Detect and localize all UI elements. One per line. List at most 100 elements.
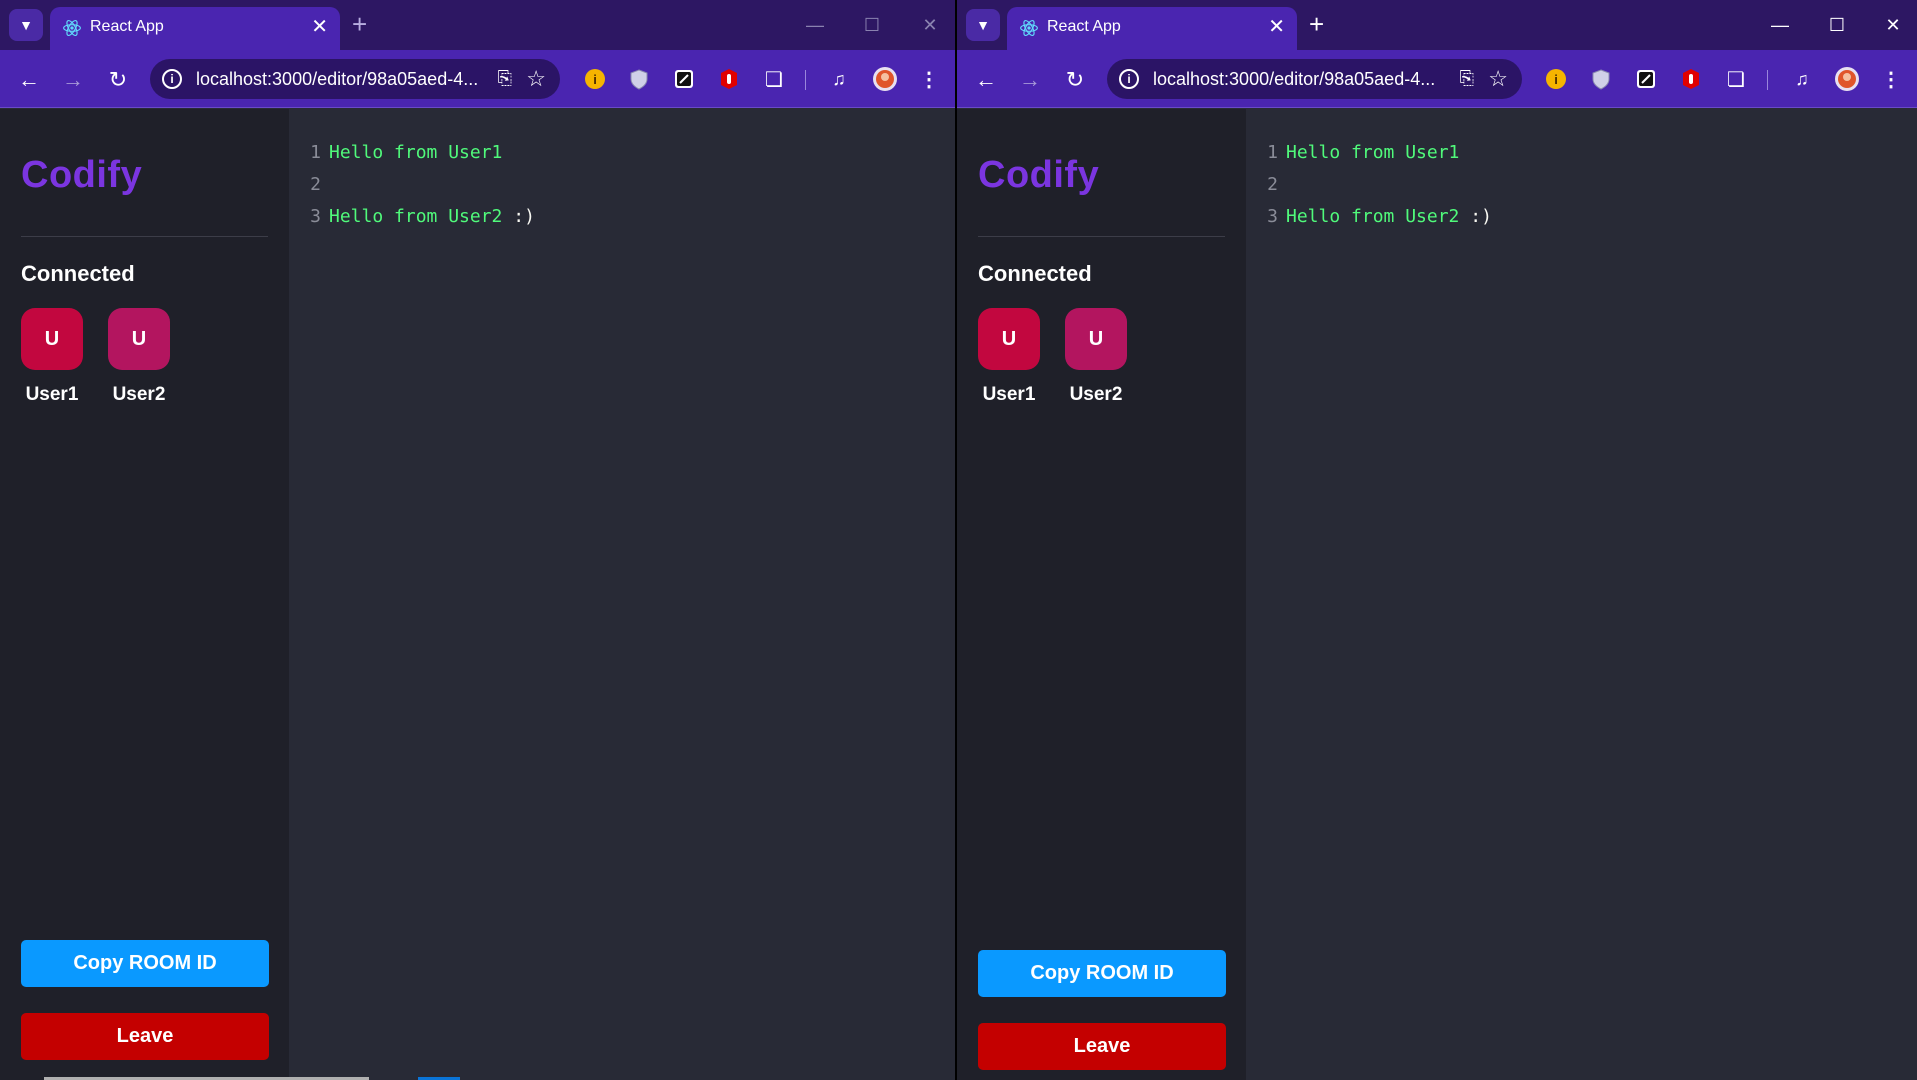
reload-icon[interactable]: ↻ (102, 64, 134, 96)
tab-title: React App (1047, 18, 1121, 35)
avatar: U (1065, 308, 1127, 370)
tab-search-button[interactable]: ▼ (966, 9, 1000, 41)
install-app-icon[interactable]: ⎘ (1460, 68, 1474, 89)
address-url[interactable]: localhost:3000/editor/98a05aed-4... (1153, 69, 1435, 90)
code-editor[interactable]: 1 Hello from User1 2 3 Hello from User2 :) (1246, 109, 1917, 1080)
client-user1: U User1 (17, 308, 87, 406)
tab-title: React App (90, 18, 164, 35)
leave-button[interactable]: Leave (978, 1023, 1226, 1070)
client-name: User2 (1069, 384, 1123, 405)
code-text: Hello from User1 (1286, 142, 1460, 163)
copy-room-id-button[interactable]: Copy ROOM ID (21, 940, 269, 987)
sidebar: Codify Connected U User1 U User2 Copy RO… (0, 109, 289, 1080)
code-text: Hello from User2 (329, 206, 503, 227)
bookmark-star-icon[interactable]: ☆ (526, 66, 546, 92)
tab-search-button[interactable]: ▼ (9, 9, 43, 41)
browser-tab[interactable]: React App ✕ (1007, 7, 1297, 50)
shield-extension-icon[interactable] (626, 66, 652, 92)
sidebar-divider (978, 236, 1225, 237)
window-close-icon[interactable]: ✕ (1871, 8, 1915, 42)
svg-text:i: i (1554, 72, 1558, 87)
reload-icon[interactable]: ↻ (1059, 64, 1091, 96)
react-icon (63, 20, 81, 36)
red-hand-extension-icon[interactable] (1678, 66, 1704, 92)
site-info-icon[interactable]: i (1119, 69, 1139, 89)
window-close-icon[interactable]: ✕ (908, 8, 952, 42)
code-line[interactable]: 1 Hello from User1 (307, 142, 502, 166)
yellow-extension-icon[interactable]: i (582, 66, 608, 92)
address-bar[interactable]: i localhost:3000/editor/98a05aed-4... ⎘ … (150, 59, 560, 99)
browser-window-left: ▼ React App ✕ + — ☐ ✕ ← → ↻ i localhost:… (0, 0, 955, 1080)
client-user2: U User2 (104, 308, 174, 406)
new-tab-icon[interactable]: + (352, 8, 367, 40)
arrow-right-icon[interactable]: → (1014, 64, 1046, 96)
red-hand-extension-icon[interactable] (716, 66, 742, 92)
puzzle-extensions-icon[interactable]: ❏ (761, 66, 787, 92)
yellow-extension-icon[interactable]: i (1543, 66, 1569, 92)
address-bar[interactable]: i localhost:3000/editor/98a05aed-4... ⎘ … (1107, 59, 1522, 99)
line-number: 1 (310, 142, 321, 163)
client-name: User1 (982, 384, 1036, 405)
maximize-icon[interactable]: ☐ (1815, 8, 1859, 42)
code-text-tail: :) (1459, 206, 1492, 227)
client-user1: U User1 (974, 308, 1044, 406)
close-tab-icon[interactable]: ✕ (1268, 15, 1285, 39)
line-number: 2 (310, 174, 321, 195)
minimize-icon[interactable]: — (793, 8, 837, 42)
code-line[interactable]: 3 Hello from User2 :) (307, 206, 535, 230)
connected-heading: Connected (978, 261, 1092, 286)
minimize-icon[interactable]: — (1758, 8, 1802, 42)
app-logo: Codify (978, 154, 1100, 196)
media-control-icon[interactable]: ♫ (826, 66, 852, 92)
tab-strip: ▼ React App ✕ + — ☐ ✕ (957, 0, 1917, 50)
code-text-tail: :) (502, 206, 535, 227)
toolbar-separator (805, 70, 806, 90)
copy-room-id-button[interactable]: Copy ROOM ID (978, 950, 1226, 997)
leave-button[interactable]: Leave (21, 1013, 269, 1060)
browser-tab[interactable]: React App ✕ (50, 7, 340, 50)
avatar: U (978, 308, 1040, 370)
arrow-left-icon[interactable]: ← (970, 64, 1002, 96)
maximize-icon[interactable]: ☐ (850, 8, 894, 42)
code-editor[interactable]: 1 Hello from User1 2 3 Hello from User2 :) (289, 109, 955, 1080)
black-extension-icon[interactable] (671, 66, 697, 92)
sidebar: Codify Connected U User1 U User2 Copy RO… (957, 109, 1246, 1080)
more-menu-icon[interactable]: ⋮ (1878, 66, 1904, 92)
react-icon (1020, 20, 1038, 36)
code-text: Hello from User2 (1286, 206, 1460, 227)
arrow-right-icon[interactable]: → (57, 64, 89, 96)
connected-heading: Connected (21, 261, 135, 286)
puzzle-extensions-icon[interactable]: ❏ (1723, 66, 1749, 92)
media-control-icon[interactable]: ♫ (1789, 66, 1815, 92)
arrow-left-icon[interactable]: ← (13, 64, 45, 96)
install-app-icon[interactable]: ⎘ (498, 68, 512, 89)
line-number: 2 (1267, 174, 1278, 195)
toolbar-separator (1767, 70, 1768, 90)
profile-avatar-icon[interactable] (872, 66, 898, 92)
site-info-icon[interactable]: i (162, 69, 182, 89)
profile-avatar-icon[interactable] (1834, 66, 1860, 92)
chevron-down-icon: ▼ (19, 17, 33, 33)
new-tab-icon[interactable]: + (1309, 8, 1324, 40)
avatar: U (108, 308, 170, 370)
code-line[interactable]: 1 Hello from User1 (1264, 142, 1459, 166)
line-number: 1 (1267, 142, 1278, 163)
avatar: U (21, 308, 83, 370)
address-url[interactable]: localhost:3000/editor/98a05aed-4... (196, 69, 478, 90)
client-name: User2 (112, 384, 166, 405)
bookmark-star-icon[interactable]: ☆ (1488, 66, 1508, 92)
sidebar-divider (21, 236, 268, 237)
code-line[interactable]: 2 (1264, 174, 1286, 198)
close-tab-icon[interactable]: ✕ (311, 15, 328, 39)
line-number: 3 (310, 206, 321, 227)
app-logo: Codify (21, 154, 143, 196)
code-line[interactable]: 2 (307, 174, 329, 198)
black-extension-icon[interactable] (1633, 66, 1659, 92)
client-name: User1 (25, 384, 79, 405)
chevron-down-icon: ▼ (976, 17, 990, 33)
more-menu-icon[interactable]: ⋮ (916, 66, 942, 92)
code-line[interactable]: 3 Hello from User2 :) (1264, 206, 1492, 230)
shield-extension-icon[interactable] (1588, 66, 1614, 92)
browser-toolbar: ← → ↻ i localhost:3000/editor/98a05aed-4… (0, 50, 955, 108)
browser-toolbar: ← → ↻ i localhost:3000/editor/98a05aed-4… (957, 50, 1917, 108)
